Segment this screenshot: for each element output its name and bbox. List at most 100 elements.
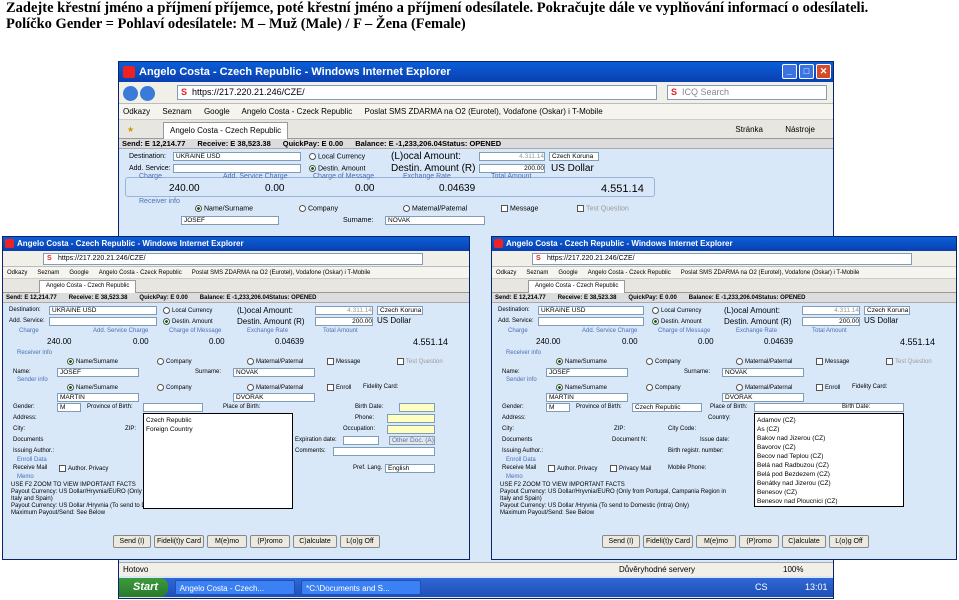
province-dropdown[interactable]: Czech Republic Foreign Country <box>143 413 293 509</box>
url-input-left[interactable]: https://217.220.21.246/CZE/ <box>43 253 423 265</box>
taskbar-item-documents[interactable]: *C:\Documents and S... <box>301 580 422 595</box>
place-option[interactable]: Bakov nad Jizerou (CZ) <box>757 434 901 443</box>
place-option[interactable]: Benesov (CZ) <box>757 488 901 497</box>
destin-amount-radio[interactable]: Destin. Amount <box>163 318 213 325</box>
place-select[interactable] <box>754 403 904 412</box>
language-select[interactable]: English <box>385 464 435 473</box>
fidelity-card-button[interactable]: Fideli(t)y Card <box>154 535 204 548</box>
other-doc-button[interactable]: Other Doc. (A) <box>389 436 435 445</box>
local-currency-select[interactable]: Czech Koruna <box>377 306 423 315</box>
local-amount-field[interactable]: 4.311.14 <box>479 152 545 161</box>
test-question-checkbox[interactable]: Test Question <box>577 205 629 212</box>
comments-field[interactable] <box>333 447 435 456</box>
local-amount-field[interactable]: 4.311.14 <box>315 306 373 315</box>
sender-company-radio[interactable]: Company <box>157 384 192 391</box>
local-amount-field[interactable]: 4.311.14 <box>802 306 860 315</box>
place-option[interactable]: Belá pod Bezdezem (CZ) <box>757 470 901 479</box>
forward-icon[interactable] <box>140 86 155 102</box>
link-google[interactable]: Google <box>204 107 230 116</box>
test-question-checkbox[interactable]: Test Question <box>397 358 443 365</box>
calculate-button[interactable]: C)alculate <box>293 535 337 548</box>
receiver-surname-field[interactable]: NOVAK <box>722 368 804 377</box>
taskbar-item-browser[interactable]: Angelo Costa - Czech... <box>174 580 295 595</box>
search-input[interactable]: ICQ Search <box>667 85 827 100</box>
tab-angelo[interactable]: Angelo Costa - Czech Republic <box>39 280 137 293</box>
sender-name-field[interactable]: MARTIN <box>546 393 628 402</box>
promo-button[interactable]: (P)romo <box>739 535 779 548</box>
test-question-checkbox[interactable]: Test Question <box>886 358 932 365</box>
destin-amount-field[interactable]: 200.00 <box>479 164 545 173</box>
sender-maternal-radio[interactable]: Maternal/Paternal <box>247 384 303 391</box>
gender-select[interactable]: M <box>546 403 570 412</box>
sender-name-surname-radio[interactable]: Name/Surname <box>556 384 607 391</box>
stranka-menu[interactable]: Stránka <box>735 120 763 139</box>
author-privacy-checkbox[interactable]: Author. Privacy <box>548 465 597 472</box>
name-surname-radio[interactable]: Name/Surname <box>67 358 118 365</box>
tab-angelo[interactable]: Angelo Costa - Czech Republic <box>163 122 289 139</box>
start-button[interactable]: Start <box>119 578 169 597</box>
send-button[interactable]: Send (I) <box>602 535 640 548</box>
sender-surname-field[interactable]: DVORAK <box>722 393 804 402</box>
enroll-checkbox[interactable]: Enroll <box>327 384 351 391</box>
birth-date-field[interactable] <box>399 403 435 412</box>
phone-field[interactable] <box>387 414 435 423</box>
star-icon[interactable]: ★ <box>127 120 134 139</box>
maximize-button[interactable]: □ <box>799 64 814 79</box>
place-option[interactable]: Benesov nad Ploucnici (CZ) <box>757 497 901 506</box>
expiration-field[interactable] <box>343 436 379 445</box>
receiver-surname-field[interactable]: NOVAK <box>385 216 485 225</box>
url-input-right[interactable]: https://217.220.21.246/CZE/ <box>532 253 912 265</box>
maternal-radio[interactable]: Maternal/Paternal <box>736 358 792 365</box>
company-radio[interactable]: Company <box>157 358 192 365</box>
province-option[interactable]: Foreign Country <box>146 425 290 434</box>
destin-amount-radio[interactable]: Destin. Amount <box>652 318 702 325</box>
message-checkbox[interactable]: Message <box>327 358 360 365</box>
maternal-radio[interactable]: Maternal/Paternal <box>403 205 467 212</box>
zoom-level[interactable]: 100% <box>783 563 803 577</box>
sender-name-field[interactable]: MARTIN <box>57 393 139 402</box>
back-icon[interactable] <box>123 86 138 102</box>
tab-angelo[interactable]: Angelo Costa - Czech Republic <box>528 280 626 293</box>
place-option[interactable]: Benátky nad Jizerou (CZ) <box>757 479 901 488</box>
destin-amount-field[interactable]: 200.00 <box>802 317 860 326</box>
add-service-select[interactable] <box>49 317 157 326</box>
add-service-select[interactable] <box>538 317 644 326</box>
link-angelo[interactable]: Angelo Costa - Czeck Republic <box>99 270 182 276</box>
logoff-button[interactable]: L(o)g Off <box>340 535 380 548</box>
sender-surname-field[interactable]: DVORAK <box>233 393 315 402</box>
sender-company-radio[interactable]: Company <box>646 384 681 391</box>
place-dropdown[interactable]: Adamov (CZ) As (CZ) Bakov nad Jizerou (C… <box>754 413 904 507</box>
url-input[interactable]: https://217.220.21.246/CZE/ <box>177 85 657 100</box>
place-option[interactable]: Adamov (CZ) <box>757 416 901 425</box>
company-radio[interactable]: Company <box>646 358 681 365</box>
local-currency-radio[interactable]: Local Currency <box>163 307 212 314</box>
link-google[interactable]: Google <box>69 270 88 276</box>
memo-button[interactable]: M(e)mo <box>207 535 247 548</box>
calculate-button[interactable]: C)alculate <box>782 535 826 548</box>
place-option[interactable]: Becov nad Teplou (CZ) <box>757 452 901 461</box>
close-button[interactable]: ✕ <box>816 64 831 79</box>
province-option[interactable]: Czech Republic <box>146 416 290 425</box>
receiver-surname-field[interactable]: NOVAK <box>233 368 315 377</box>
link-sms[interactable]: Poslat SMS ZDARMA na O2 (Eurotel), Vodaf… <box>192 270 371 276</box>
author-privacy-checkbox[interactable]: Author. Privacy <box>59 465 108 472</box>
link-sms[interactable]: Poslat SMS ZDARMA na O2 (Eurotel), Vodaf… <box>364 107 602 116</box>
sender-maternal-radio[interactable]: Maternal/Paternal <box>736 384 792 391</box>
local-currency-radio[interactable]: Local Currency <box>652 307 701 314</box>
destin-amount-radio[interactable]: Destin. Amount <box>309 165 365 172</box>
local-currency-radio[interactable]: Local Currency <box>309 153 365 160</box>
destination-select[interactable]: UKRAINE USD <box>173 152 301 161</box>
logoff-button[interactable]: L(o)g Off <box>829 535 869 548</box>
promo-button[interactable]: (P)romo <box>250 535 290 548</box>
gender-select[interactable]: M <box>57 403 81 412</box>
link-seznam[interactable]: Seznam <box>37 270 59 276</box>
language-indicator[interactable]: CS <box>755 578 768 597</box>
fidelity-card-button[interactable]: Fideli(t)y Card <box>643 535 693 548</box>
add-service-select[interactable] <box>173 164 301 173</box>
minimize-button[interactable]: _ <box>782 64 797 79</box>
receiver-name-field[interactable]: JOSEF <box>181 216 279 225</box>
memo-button[interactable]: M(e)mo <box>696 535 736 548</box>
message-checkbox[interactable]: Message <box>501 205 538 212</box>
maternal-radio[interactable]: Maternal/Paternal <box>247 358 303 365</box>
enroll-checkbox[interactable]: Enroll <box>816 384 840 391</box>
